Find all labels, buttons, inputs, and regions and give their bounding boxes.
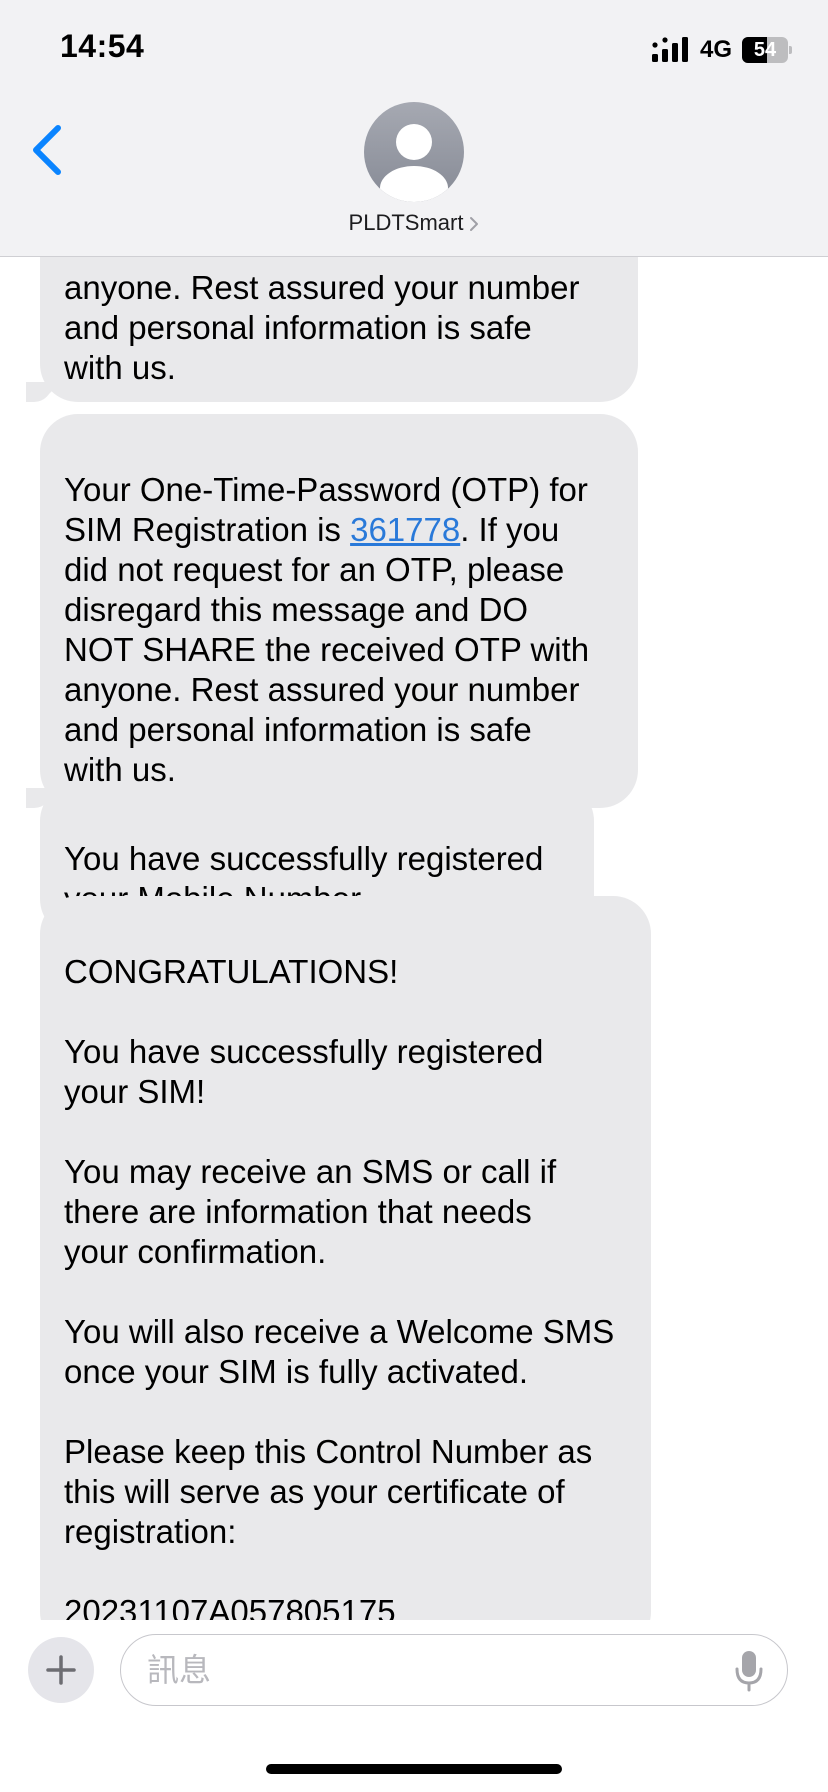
message-text: CONGRATULATIONS! You have successfully r…	[64, 953, 615, 1620]
message-bubble[interactable]: CONGRATULATIONS! You have successfully r…	[40, 896, 651, 1620]
message-text: . If you did not request for an OTP, ple…	[64, 511, 590, 788]
plus-icon	[46, 1655, 76, 1685]
contact-avatar[interactable]	[364, 102, 464, 202]
person-icon	[380, 124, 448, 202]
otp-code-link[interactable]: 361778	[350, 511, 460, 548]
home-indicator[interactable]	[266, 1764, 562, 1774]
conversation-header: 14:54 4G 54 PLDTSmart	[0, 0, 828, 257]
chevron-right-icon	[470, 217, 479, 232]
battery-level: 54	[753, 39, 777, 61]
status-time: 14:54	[60, 28, 145, 64]
status-indicators: 4G 54	[651, 34, 792, 66]
message-text: anyone. Rest assured your number and per…	[64, 269, 580, 386]
network-type-label: 4G	[699, 36, 732, 63]
contact-name: PLDTSmart	[348, 210, 464, 235]
contact-name-button[interactable]: PLDTSmart	[0, 210, 828, 236]
message-input-placeholder: 訊息	[147, 1652, 212, 1688]
battery-icon: 54	[742, 37, 792, 63]
cellular-signal-icon	[651, 37, 688, 62]
microphone-icon[interactable]	[733, 1649, 765, 1693]
message-bubble[interactable]: Your One-Time-Password (OTP) for SIM Reg…	[26, 414, 638, 808]
back-chevron-icon[interactable]	[28, 122, 68, 178]
message-input[interactable]: 訊息	[120, 1634, 788, 1706]
add-attachment-button[interactable]	[28, 1637, 94, 1703]
